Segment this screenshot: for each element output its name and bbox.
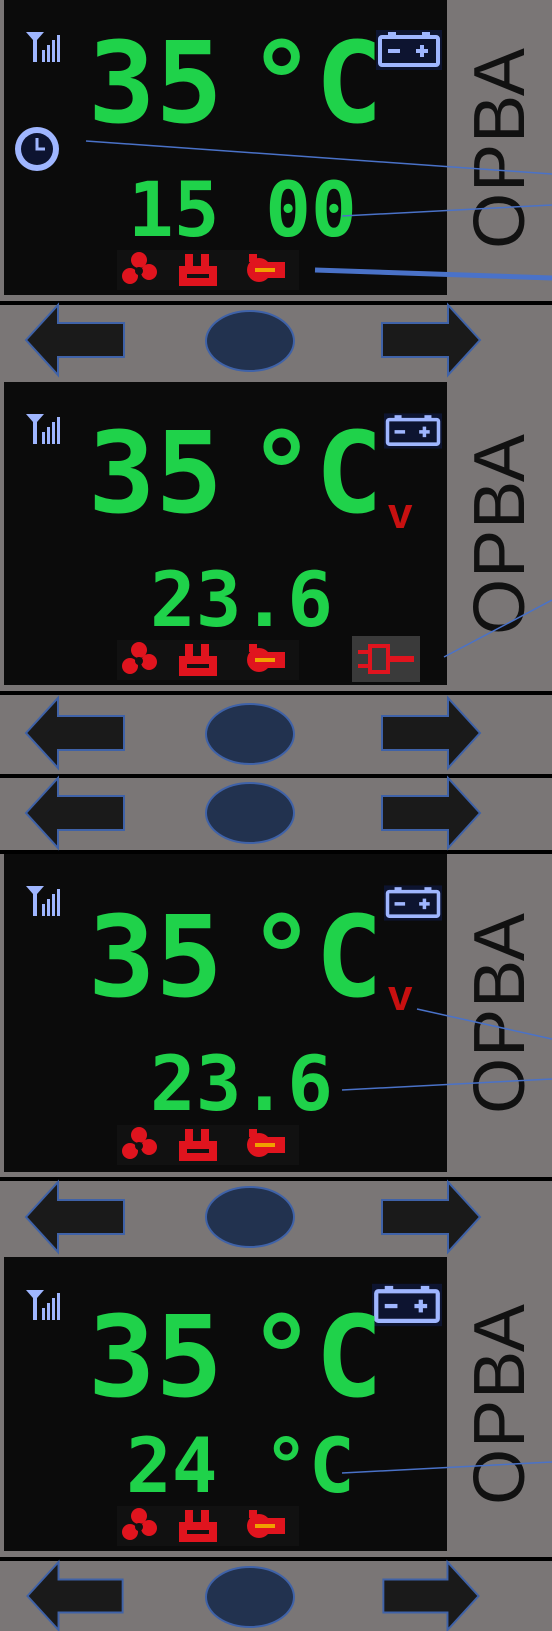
arrow-left-icon[interactable]	[24, 695, 126, 771]
arrow-left-icon[interactable]	[24, 302, 126, 378]
callout-lines-3	[341, 1008, 552, 1091]
callout-lines-2	[443, 599, 552, 658]
select-button-icon[interactable]	[205, 782, 295, 844]
callout-lines-1	[85, 140, 552, 281]
arrow-right-icon[interactable]	[380, 775, 482, 851]
arrow-right-icon[interactable]	[380, 1559, 480, 1631]
arrow-right-icon[interactable]	[380, 695, 482, 771]
select-button-icon[interactable]	[205, 1566, 295, 1628]
arrow-right-icon[interactable]	[380, 302, 482, 378]
select-button-icon[interactable]	[205, 1186, 295, 1248]
arrow-left-icon[interactable]	[24, 1179, 126, 1255]
callout-lines-4	[341, 1461, 552, 1474]
arrow-left-icon[interactable]	[26, 1559, 126, 1631]
select-button-icon[interactable]	[205, 310, 295, 372]
arrow-right-icon[interactable]	[380, 1179, 482, 1255]
arrow-left-icon[interactable]	[24, 775, 126, 851]
select-button-icon[interactable]	[205, 703, 295, 765]
